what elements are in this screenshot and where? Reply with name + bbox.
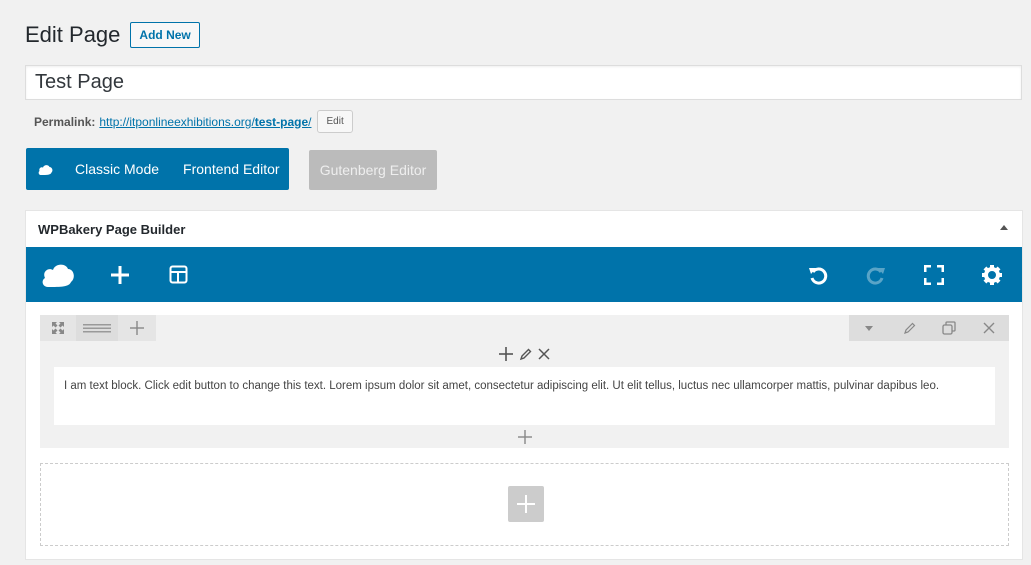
row-move-icon[interactable] xyxy=(40,315,76,341)
column-bottom-add[interactable] xyxy=(40,428,1009,449)
panel-title: WPBakery Page Builder xyxy=(38,222,186,237)
column-controls xyxy=(40,344,1009,364)
add-row-button[interactable] xyxy=(508,486,544,522)
add-element-icon[interactable] xyxy=(108,247,132,302)
row-controls-right xyxy=(849,315,1009,341)
permalink-url-trailing: / xyxy=(308,114,312,129)
column-delete-icon[interactable] xyxy=(538,348,550,360)
wpbakery-logo-icon xyxy=(38,164,53,175)
classic-mode-button[interactable]: Classic Mode xyxy=(75,161,159,177)
row-container: I am text block. Click edit button to ch… xyxy=(40,315,1009,448)
row-controls-left xyxy=(40,315,156,341)
empty-row-dropzone[interactable] xyxy=(40,463,1009,546)
add-column-icon[interactable] xyxy=(118,315,156,341)
row-toggle-icon[interactable] xyxy=(849,315,889,341)
permalink-row: Permalink: http://itponlineexhibitions.o… xyxy=(34,110,353,133)
collapse-arrow-icon[interactable] xyxy=(1000,225,1008,230)
permalink-label: Permalink: xyxy=(34,114,96,129)
gutenberg-editor-button[interactable]: Gutenberg Editor xyxy=(309,150,437,190)
add-new-button[interactable]: Add New xyxy=(130,22,200,48)
permalink-url-slug: test-page xyxy=(254,114,309,129)
permalink-link[interactable]: http://itponlineexhibitions.org/test-pag… xyxy=(99,115,311,129)
add-element-icon[interactable] xyxy=(517,430,532,444)
row-edit-icon[interactable] xyxy=(889,315,929,341)
column-edit-icon[interactable] xyxy=(519,348,532,361)
permalink-edit-button[interactable]: Edit xyxy=(317,110,353,133)
templates-icon[interactable] xyxy=(166,247,190,302)
undo-icon[interactable] xyxy=(806,247,830,302)
frontend-editor-button[interactable]: Frontend Editor xyxy=(183,161,280,177)
page-header: Edit Page Add New xyxy=(25,22,200,48)
wpbakery-logo-icon[interactable] xyxy=(40,247,76,302)
editor-mode-bar: Classic Mode Frontend Editor xyxy=(26,148,289,190)
permalink-url-base: http://itponlineexhibitions.org/ xyxy=(99,114,255,129)
row-clone-icon[interactable] xyxy=(929,315,969,341)
column-add-icon[interactable] xyxy=(499,347,513,361)
text-block-element[interactable]: I am text block. Click edit button to ch… xyxy=(54,367,995,425)
redo-icon[interactable] xyxy=(864,247,888,302)
builder-toolbar xyxy=(26,247,1022,302)
row-delete-icon[interactable] xyxy=(969,315,1009,341)
fullscreen-icon[interactable] xyxy=(922,247,946,302)
page-title-input[interactable] xyxy=(25,65,1022,100)
row-layout-icon[interactable] xyxy=(76,315,118,341)
page-title: Edit Page xyxy=(25,22,121,47)
plus-icon xyxy=(517,495,535,513)
settings-icon[interactable] xyxy=(980,247,1004,302)
panel-header[interactable]: WPBakery Page Builder xyxy=(26,211,1022,249)
